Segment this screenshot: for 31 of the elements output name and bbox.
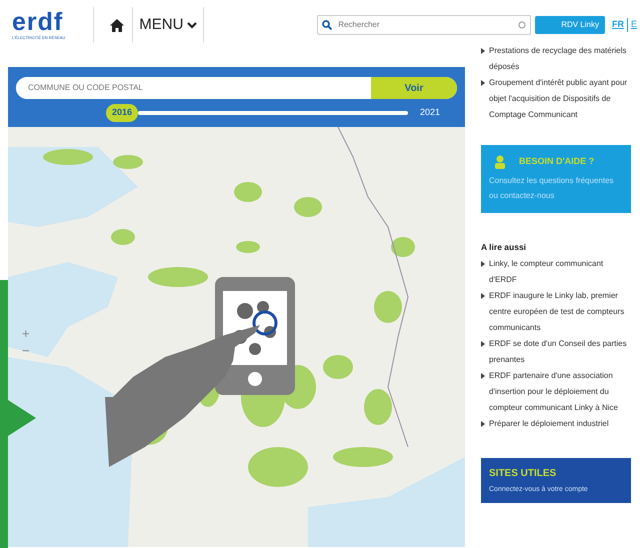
help-text: Consultez les questions fréquentes ou contactez-nous — [489, 175, 615, 202]
bullet-icon — [481, 340, 485, 347]
search-field[interactable]: Rechercher — [336, 18, 496, 32]
year-label: 2021 — [420, 106, 440, 120]
logo-wordmark[interactable]: erdf — [12, 10, 66, 34]
article-link[interactable]: Groupement d'intérêt public ayant pour objet l'acquisition de Dispositifs de Comptage Communicant — [489, 75, 631, 123]
article-link[interactable]: Prestations de recyclage des matériels déposés — [489, 43, 631, 75]
bullet-icon — [481, 48, 485, 54]
help-title: BESOIN D'AIDE ? — [519, 155, 594, 168]
menu-button[interactable]: MENU — [133, 14, 204, 36]
circle-icon — [518, 21, 526, 29]
slider-thumb[interactable]: 2016 — [106, 104, 138, 122]
article-link[interactable]: ERDF partenaire d'une association d'insertion pour le déploiement du compteur communicant Linky à Nice — [489, 368, 631, 416]
section-heading: SITES UTILES — [489, 466, 558, 481]
bullet-icon — [481, 260, 485, 267]
support-agent-icon — [493, 155, 507, 169]
home-icon[interactable] — [110, 18, 124, 32]
bullet-icon — [481, 80, 485, 86]
bullet-icon — [481, 420, 485, 427]
article-link[interactable]: ERDF inaugure le Linky lab, premier centre européen de test de compteurs communicants — [489, 288, 631, 336]
chevron-down-icon — [187, 22, 198, 28]
article-link[interactable]: ERDF se dote d'un Conseil des parties prenantes — [489, 336, 631, 368]
submit-button[interactable]: Voir — [371, 77, 457, 99]
bullet-icon — [481, 372, 485, 379]
search-box[interactable]: Rechercher — [317, 15, 532, 35]
bullet-icon — [481, 292, 485, 299]
article-link[interactable]: Linky, le compteur communicant d'ERDF — [489, 256, 631, 288]
section-heading: A lire aussi — [481, 241, 528, 254]
search-bar[interactable]: COMMUNE OU CODE POSTAL Voir — [16, 77, 457, 99]
article-link[interactable]: Préparer le déploiement industriel — [489, 416, 631, 432]
search-icon — [322, 20, 332, 30]
